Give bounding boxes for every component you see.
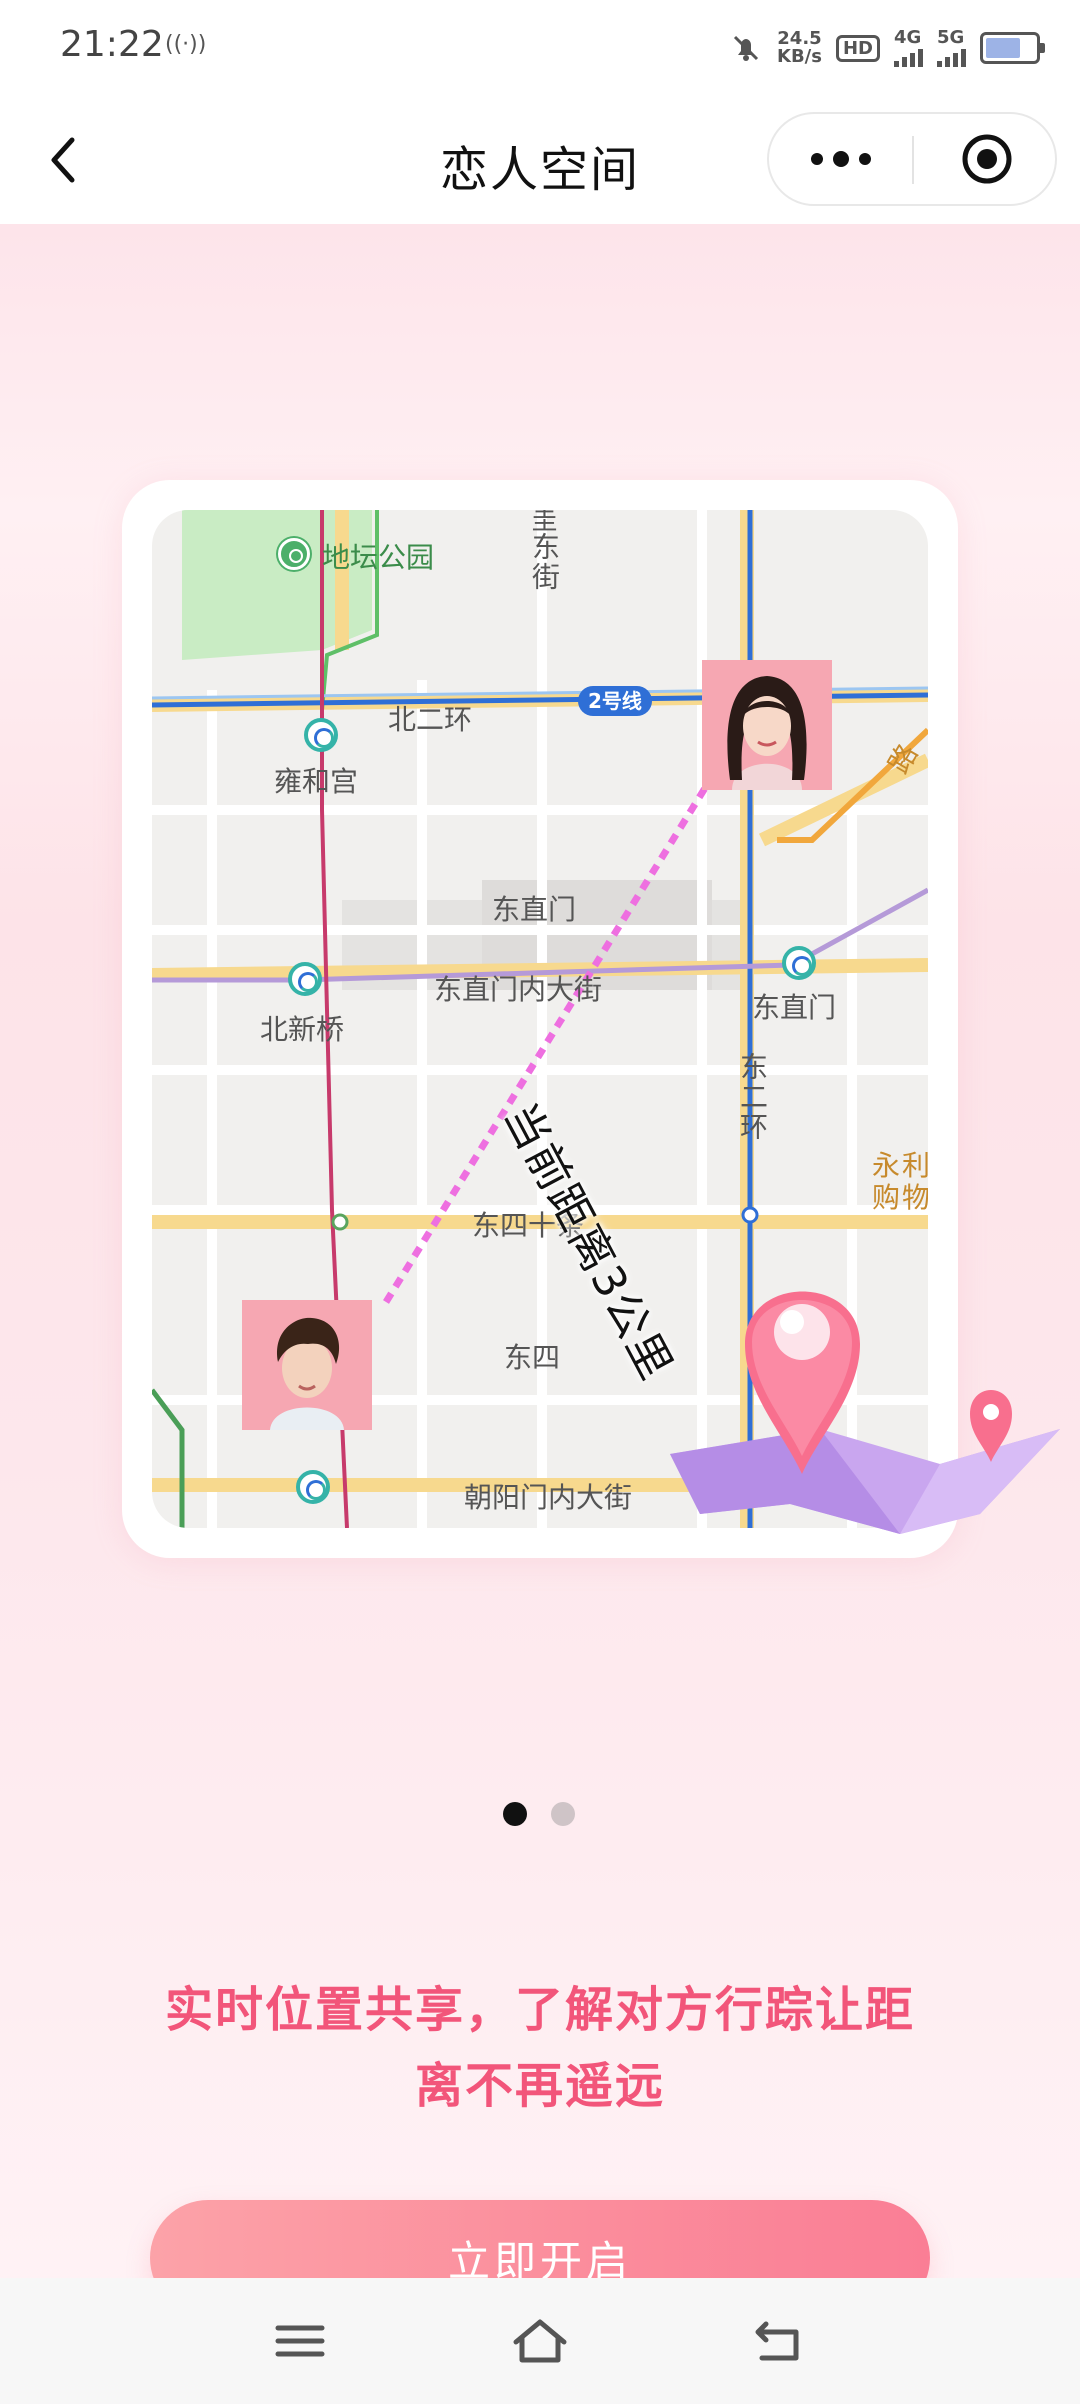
metro-station-icon bbox=[288, 962, 322, 996]
map-label-east-second-ring: 东二环 bbox=[736, 1052, 769, 1142]
metro-station-icon bbox=[782, 946, 816, 980]
metro-station-icon bbox=[296, 1470, 330, 1504]
map-label-chaoyangmen: 朝阳门内大街 bbox=[464, 1481, 633, 1514]
map-label-dongzhimen-top: 东直门 bbox=[492, 893, 577, 926]
mini-program-capsule bbox=[767, 112, 1057, 206]
map-label-beixinqiao: 北新桥 bbox=[260, 1013, 345, 1046]
hd-badge: HD bbox=[835, 34, 880, 62]
nav-bar: 恋人空间 bbox=[0, 96, 1080, 224]
signal-icon bbox=[894, 47, 923, 67]
metro-station-icon bbox=[304, 718, 338, 752]
status-bar: 21:22 ((·)) 24.5 KB/s HD 4G 5G bbox=[0, 0, 1080, 96]
feature-description-line-1: 实时位置共享，了解对方行踪让距 bbox=[164, 1982, 915, 2038]
metro-line-badge: 2号线 bbox=[578, 686, 652, 716]
net-type-5g: 5G bbox=[937, 29, 966, 67]
map-label-yongli: 永利购物 bbox=[872, 1149, 928, 1214]
map-label-street-top: 东街 bbox=[528, 532, 561, 592]
net-speed-unit: KB/s bbox=[777, 46, 822, 67]
map-label-park: 地坛公园 bbox=[322, 541, 435, 574]
hotspot-icon: ((·)) bbox=[165, 32, 207, 57]
signal-icon bbox=[937, 47, 966, 67]
net-speed: 24.5 KB/s bbox=[777, 30, 822, 66]
map-label-yonghegong: 雍和宫 bbox=[274, 765, 359, 798]
map-label-dongzhimen-inner: 东直门内大街 bbox=[434, 973, 603, 1006]
carousel-dots bbox=[503, 1802, 575, 1826]
map-label-street-top-prefix: 圭 bbox=[527, 510, 557, 534]
partner-avatar[interactable] bbox=[702, 660, 832, 790]
net-type-label: 4G bbox=[894, 27, 922, 48]
system-nav-bar bbox=[0, 2278, 1080, 2404]
status-icons: 24.5 KB/s HD 4G 5G bbox=[729, 24, 1045, 72]
net-type-label: 5G bbox=[937, 27, 965, 48]
net-type-4g: 4G bbox=[894, 29, 923, 67]
feature-description-line-2: 离不再遥远 bbox=[414, 2058, 665, 2114]
battery-icon bbox=[980, 32, 1045, 64]
carousel-dot-2[interactable] bbox=[551, 1802, 575, 1826]
menu-icon[interactable] bbox=[272, 2316, 328, 2366]
carousel-dot-1[interactable] bbox=[503, 1802, 527, 1826]
capsule-divider bbox=[912, 136, 914, 184]
map-label-dongzhimen-station: 东直门 bbox=[752, 991, 837, 1024]
main-content: 地坛公园 圭 东街 北二环 2号线 雍和宫 东直门 东直门内大街 东直门 北新桥… bbox=[0, 224, 1080, 2316]
target-close-icon[interactable] bbox=[915, 114, 1059, 204]
home-icon[interactable] bbox=[510, 2316, 570, 2366]
park-icon bbox=[278, 538, 310, 570]
mute-icon bbox=[733, 35, 759, 61]
more-dots-icon[interactable] bbox=[769, 114, 913, 204]
map-label-dongsi: 东四 bbox=[504, 1341, 561, 1374]
location-pin-icon bbox=[670, 1291, 1060, 1534]
user-avatar[interactable] bbox=[242, 1300, 372, 1430]
back-icon[interactable] bbox=[752, 2316, 808, 2366]
feature-description: 实时位置共享，了解对方行踪让距 离不再遥远 bbox=[120, 1972, 960, 2124]
status-time: 21:22 bbox=[60, 24, 164, 65]
map-label-north-ring: 北二环 bbox=[388, 703, 473, 736]
